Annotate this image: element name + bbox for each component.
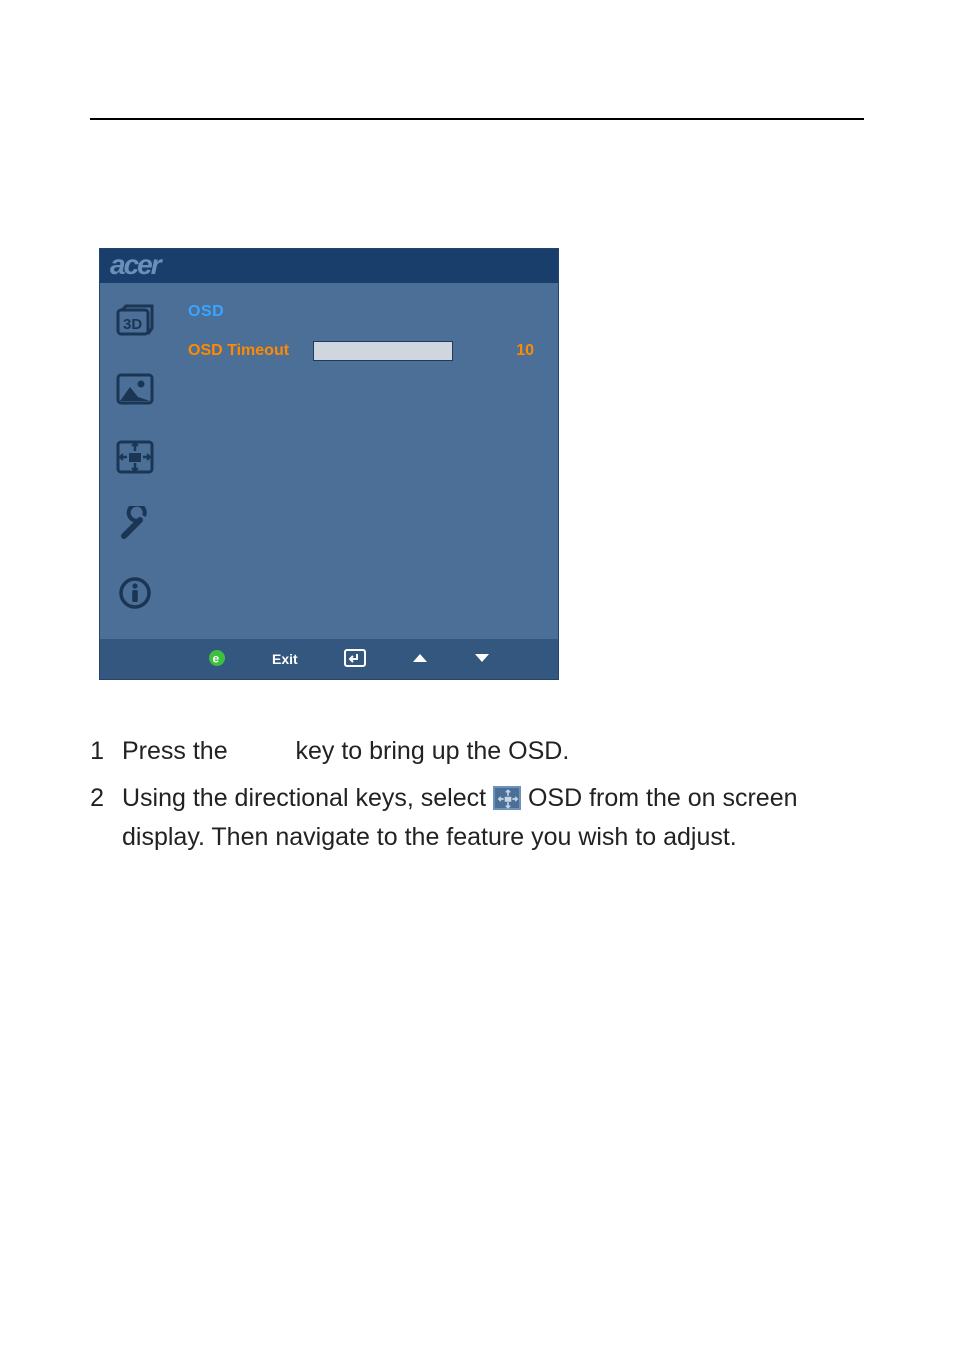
osd-timeout-slider[interactable] — [313, 341, 453, 361]
sidebar-tab-settings[interactable] — [111, 503, 159, 551]
manual-page: acer 3D — [0, 0, 954, 1352]
up-arrow-icon — [412, 651, 428, 667]
step-1: 1 Press the key to bring up the OSD. — [80, 732, 864, 771]
instruction-list: 1 Press the key to bring up the OSD. 2 U… — [80, 732, 864, 864]
osd-position-icon — [115, 439, 155, 480]
osd-timeout-label: OSD Timeout — [188, 342, 289, 360]
footer-enter-button[interactable] — [344, 649, 366, 670]
picture-icon — [116, 373, 154, 410]
osd-header-bar: acer — [100, 249, 558, 283]
step-text: Press the — [122, 737, 235, 765]
osd-timeout-value: 10 — [516, 342, 540, 360]
svg-text:3D: 3D — [123, 316, 142, 333]
footer-down-button[interactable] — [474, 651, 490, 667]
osd-screenshot: acer 3D — [99, 248, 559, 680]
info-icon — [118, 576, 152, 615]
settings-icon — [116, 506, 154, 549]
osd-section-title: OSD — [188, 303, 540, 321]
step-number: 1 — [80, 732, 104, 771]
down-arrow-icon — [474, 651, 490, 667]
step-number: 2 — [80, 779, 104, 857]
header-rule — [90, 118, 864, 120]
3d-icon: 3D — [116, 304, 154, 343]
step-text: Using the directional keys, select — [122, 784, 493, 812]
osd-content: OSD OSD Timeout 10 — [170, 283, 558, 639]
e-green-icon: e — [208, 649, 226, 670]
sidebar-tab-picture[interactable] — [111, 367, 159, 415]
enter-icon — [344, 649, 366, 670]
osd-position-icon — [493, 786, 521, 810]
osd-footer: e Exit — [100, 639, 558, 679]
footer-e-button[interactable]: e — [208, 649, 226, 670]
footer-exit-button[interactable]: Exit — [272, 651, 298, 667]
osd-sidebar: 3D — [100, 283, 170, 639]
step-body: Using the directional keys, select OSD f… — [122, 779, 864, 857]
acer-logo: acer — [110, 249, 160, 281]
osd-timeout-row[interactable]: OSD Timeout 10 — [188, 341, 540, 361]
footer-exit-label: Exit — [272, 651, 298, 667]
step-2: 2 Using the directional keys, select OSD… — [80, 779, 864, 857]
osd-body: 3D — [100, 283, 558, 639]
sidebar-tab-3d[interactable]: 3D — [111, 299, 159, 347]
step-text: key to bring up the OSD. — [289, 737, 570, 765]
sidebar-tab-info[interactable] — [111, 571, 159, 619]
sidebar-tab-osd-position[interactable] — [111, 435, 159, 483]
svg-text:e: e — [213, 651, 220, 665]
footer-up-button[interactable] — [412, 651, 428, 667]
step-body: Press the key to bring up the OSD. — [122, 732, 864, 771]
